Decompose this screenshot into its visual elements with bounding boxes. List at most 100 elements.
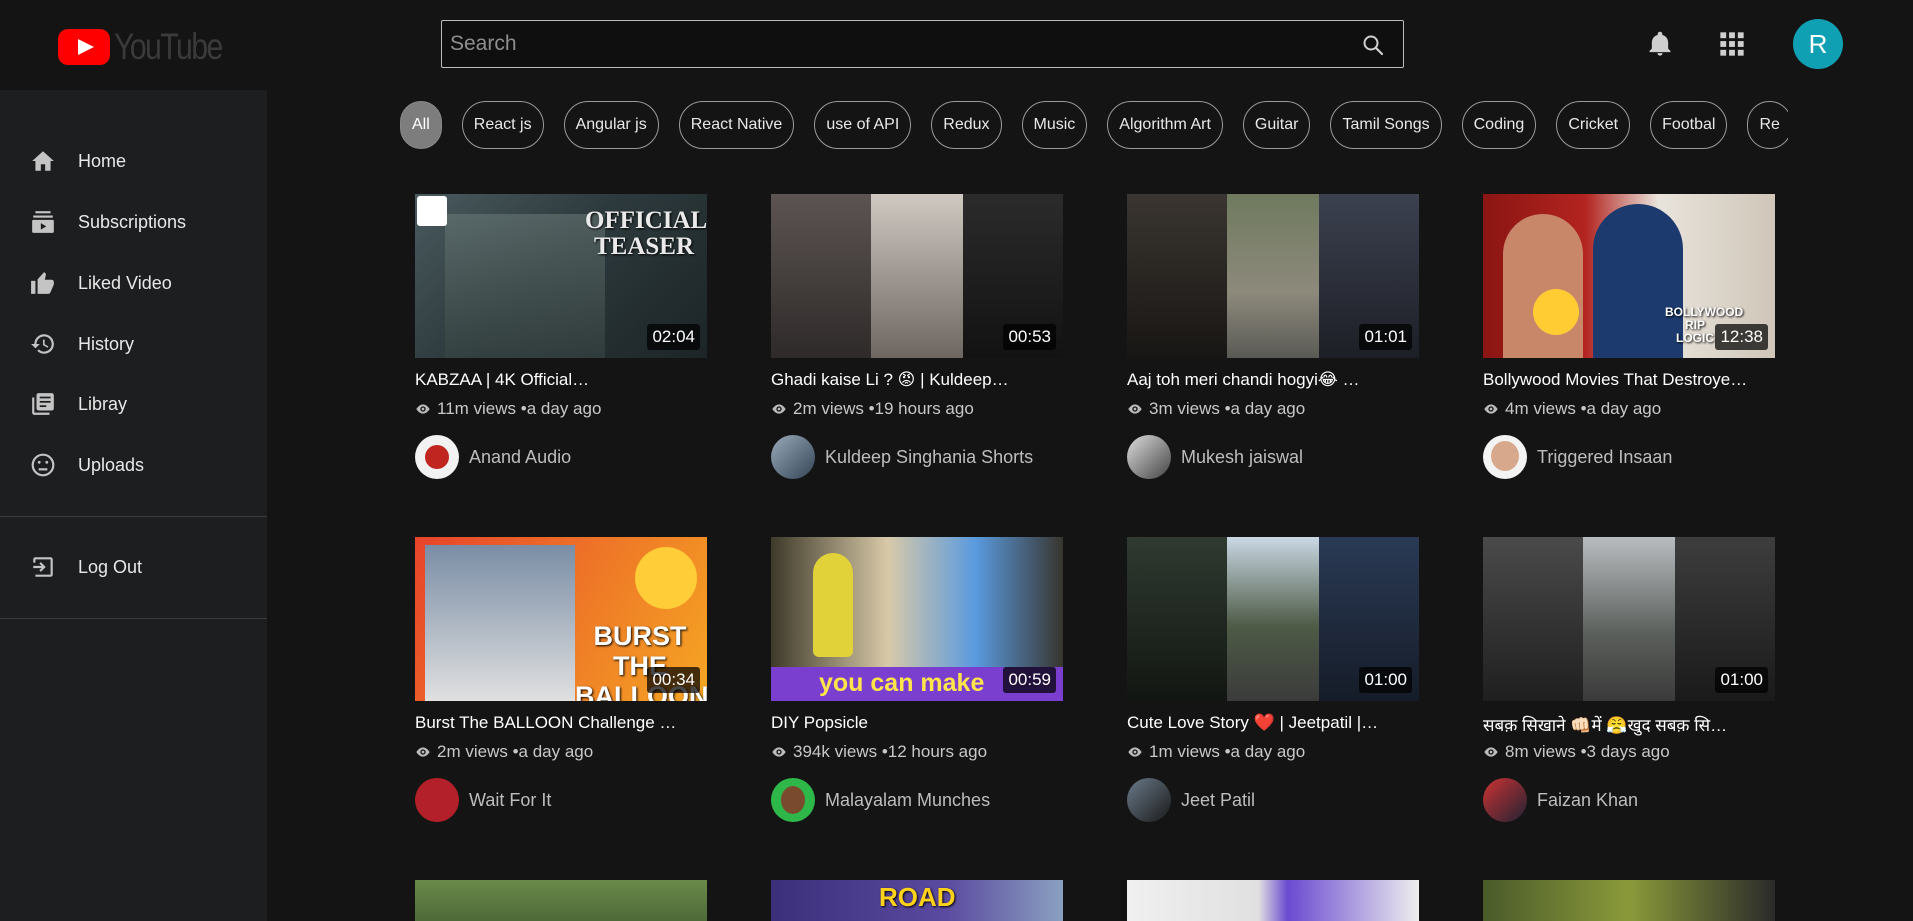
video-thumbnail[interactable]: 01:01 xyxy=(1127,194,1419,358)
video-title[interactable]: Ghadi kaise Li ? 😡 | Kuldeep… xyxy=(771,370,1063,390)
chip-cricket[interactable]: Cricket xyxy=(1556,101,1631,149)
upload-age: •3 days ago xyxy=(1580,742,1670,761)
sidebar-item-home[interactable]: Home xyxy=(0,136,267,186)
video-duration: 00:34 xyxy=(647,667,700,693)
sidebar-item-liked-video[interactable]: Liked Video xyxy=(0,258,267,308)
chip-guitar[interactable]: Guitar xyxy=(1242,101,1311,149)
sidebar-divider xyxy=(0,618,267,619)
uploads-icon xyxy=(31,453,55,477)
video-thumbnail[interactable] xyxy=(1483,880,1775,921)
video-title[interactable]: KABZAA | 4K Official… xyxy=(415,370,707,390)
library-icon xyxy=(32,393,54,415)
upload-age: •a day ago xyxy=(1224,399,1306,418)
channel-link[interactable]: Kuldeep Singhania Shorts xyxy=(771,435,1033,479)
video-title[interactable]: सबक़ सिखाने 👊🏻में 😤खुद सबक़ सि… xyxy=(1483,713,1775,736)
chip-algorithm-art[interactable]: Algorithm Art xyxy=(1107,101,1223,149)
chip-footbal[interactable]: Footbal xyxy=(1650,101,1728,149)
channel-link[interactable]: Malayalam Munches xyxy=(771,778,990,822)
view-count: 1m views xyxy=(1149,742,1220,761)
view-count: 11m views xyxy=(437,399,517,418)
sidebar-item-logout[interactable]: Log Out xyxy=(0,542,267,592)
video-thumbnail[interactable]: 01:00 xyxy=(1483,537,1775,701)
apps-grid-icon[interactable] xyxy=(1718,30,1746,58)
channel-link[interactable]: Mukesh jaiswal xyxy=(1127,435,1303,479)
video-duration: 02:04 xyxy=(647,324,700,350)
logout-icon xyxy=(33,557,53,577)
view-count: 8m views xyxy=(1505,742,1576,761)
search-input[interactable] xyxy=(450,21,1330,67)
video-thumbnail[interactable]: 00:53 xyxy=(771,194,1063,358)
channel-link[interactable]: Wait For It xyxy=(415,778,551,822)
sidebar-item-label: Log Out xyxy=(78,556,143,577)
sidebar-item-history[interactable]: History xyxy=(0,319,267,369)
video-title[interactable]: Bollywood Movies That Destroye… xyxy=(1483,370,1775,390)
video-duration: 01:01 xyxy=(1359,324,1412,350)
video-thumbnail[interactable]: OFFICIAL TEASER 02:04 xyxy=(415,194,707,358)
chip-tamil-songs[interactable]: Tamil Songs xyxy=(1330,101,1442,149)
video-duration: 00:59 xyxy=(1003,667,1056,693)
channel-link[interactable]: Faizan Khan xyxy=(1483,778,1638,822)
anand-logo-icon xyxy=(417,196,447,226)
video-thumbnail[interactable] xyxy=(415,880,707,921)
thumbnail-art xyxy=(1127,194,1227,358)
video-meta: 11m views •a day ago xyxy=(415,399,601,419)
video-meta: 2m views •19 hours ago xyxy=(771,399,974,419)
thumbnail-text: you can make xyxy=(819,669,985,697)
view-count: 394k views xyxy=(793,742,878,761)
video-title[interactable]: DIY Popsicle xyxy=(771,713,1063,733)
channel-link[interactable]: Triggered Insaan xyxy=(1483,435,1672,479)
bell-icon[interactable] xyxy=(1646,30,1674,58)
youtube-logo[interactable]: YouTube xyxy=(58,26,245,68)
thumbnail-art xyxy=(1583,537,1675,701)
sidebar-item-label: Subscriptions xyxy=(78,211,187,232)
video-thumbnail[interactable]: 01:00 xyxy=(1127,537,1419,701)
video-thumbnail[interactable]: BURST THE BALLOON 00:34 xyxy=(415,537,707,701)
sidebar-item-library[interactable]: Libray xyxy=(0,379,267,429)
play-logo-icon xyxy=(58,29,110,65)
video-thumbnail[interactable]: ROAD xyxy=(771,880,1063,921)
thumbs-up-icon xyxy=(31,272,54,294)
channel-name: Anand Audio xyxy=(469,446,572,467)
video-title[interactable]: Burst The BALLOON Challenge … xyxy=(415,713,707,733)
video-thumbnail[interactable]: BOLLYWOOD RIP LOGIC 12:38 xyxy=(1483,194,1775,358)
channel-link[interactable]: Jeet Patil xyxy=(1127,778,1255,822)
video-meta: 8m views •3 days ago xyxy=(1483,742,1670,762)
video-duration: 00:53 xyxy=(1003,324,1056,350)
chip-redux[interactable]: Redux xyxy=(931,101,1002,149)
video-meta: 1m views •a day ago xyxy=(1127,742,1305,762)
search-box xyxy=(441,20,1404,68)
sidebar-item-label: Uploads xyxy=(78,454,145,475)
views-eye-icon xyxy=(772,747,786,757)
chip-re[interactable]: Re xyxy=(1747,101,1788,149)
video-meta: 394k views •12 hours ago xyxy=(771,742,987,762)
chip-all[interactable]: All xyxy=(400,101,442,149)
view-count: 4m views xyxy=(1505,399,1576,418)
chip-use-of-api[interactable]: use of API xyxy=(814,101,912,149)
sidebar: Home Subscriptions Liked Video History L… xyxy=(0,90,267,921)
chip-react-native[interactable]: React Native xyxy=(678,101,795,149)
video-title[interactable]: Cute Love Story ❤️ | Jeetpatil |… xyxy=(1127,713,1419,733)
video-title[interactable]: Aaj toh meri chandi hogyi😂 … xyxy=(1127,370,1419,390)
chip-coding[interactable]: Coding xyxy=(1461,101,1537,149)
video-meta: 3m views •a day ago xyxy=(1127,399,1305,419)
video-thumbnail[interactable] xyxy=(1127,880,1419,921)
channel-avatar xyxy=(1127,435,1171,479)
channel-link[interactable]: Anand Audio xyxy=(415,435,571,479)
chip-music[interactable]: Music xyxy=(1021,101,1088,149)
channel-avatar xyxy=(415,778,459,822)
sidebar-item-uploads[interactable]: Uploads xyxy=(0,440,267,490)
chip-react-js[interactable]: React js xyxy=(461,101,544,149)
channel-name: Kuldeep Singhania Shorts xyxy=(825,446,1034,467)
search-icon[interactable] xyxy=(1361,33,1385,57)
thumbnail-art xyxy=(445,214,605,358)
sidebar-item-subscriptions[interactable]: Subscriptions xyxy=(0,197,267,247)
subscriptions-icon xyxy=(32,211,54,233)
user-avatar[interactable]: R xyxy=(1793,19,1843,69)
video-thumbnail[interactable]: you can make 00:59 xyxy=(771,537,1063,701)
channel-avatar xyxy=(1127,778,1171,822)
views-eye-icon xyxy=(416,747,430,757)
chip-angular-js[interactable]: Angular js xyxy=(563,101,659,149)
upload-age: •a day ago xyxy=(1580,399,1662,418)
sidebar-item-label: Liked Video xyxy=(78,272,172,293)
thumbnail-art xyxy=(1227,194,1319,358)
